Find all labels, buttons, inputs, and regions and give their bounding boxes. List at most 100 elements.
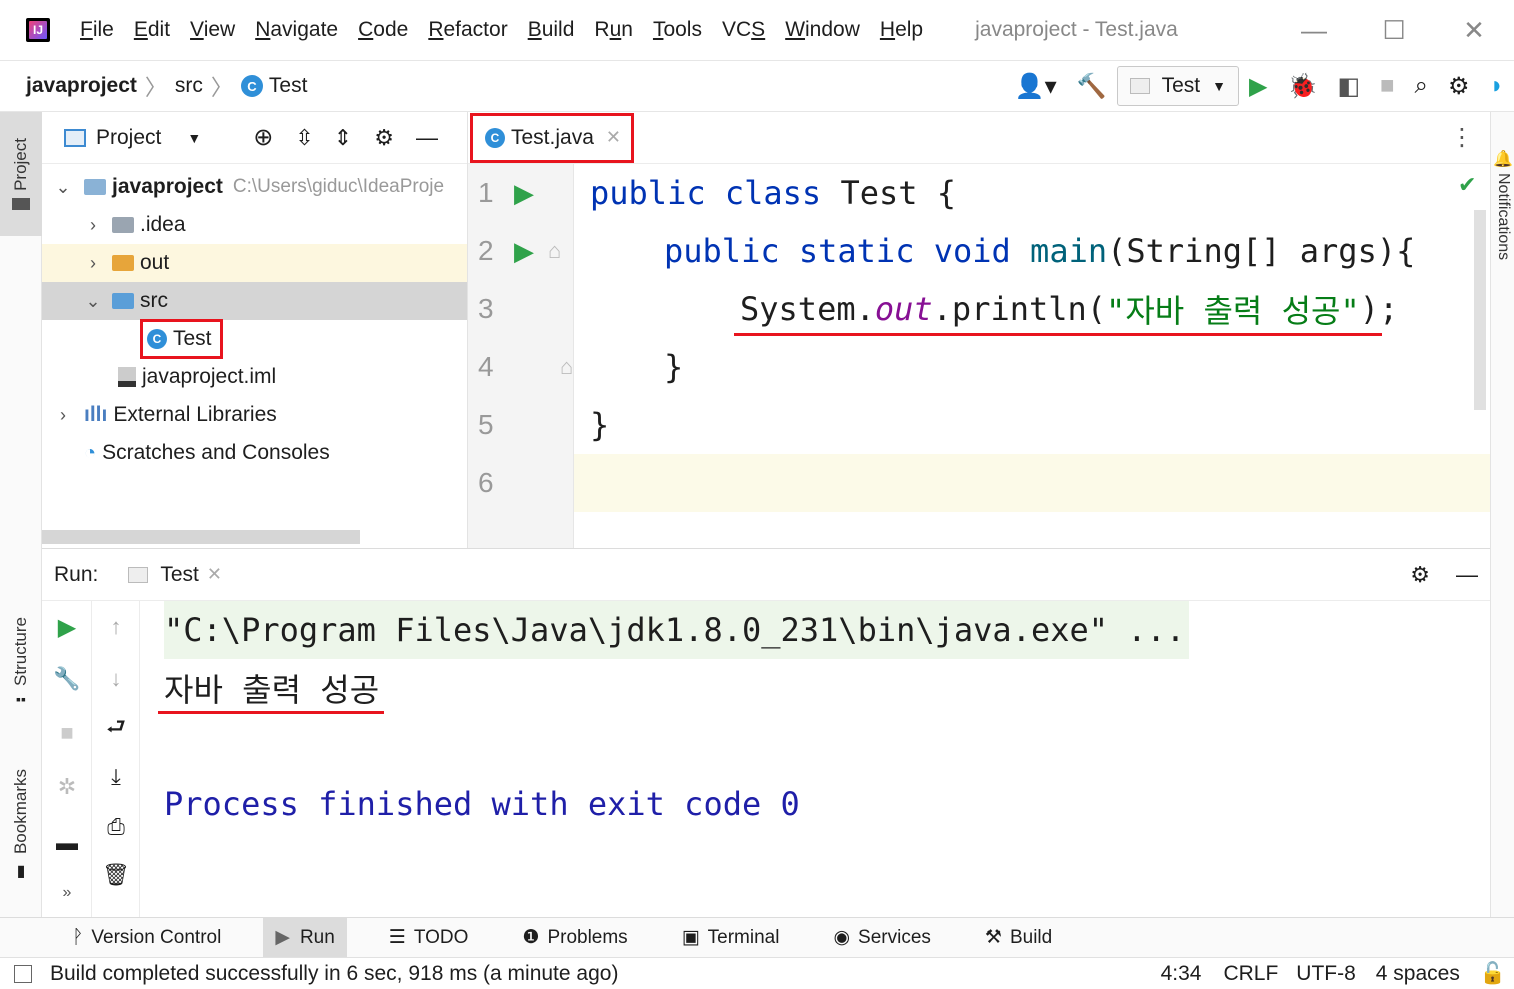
wrench-icon[interactable]: 🔧 [42,653,92,705]
chevron-right-icon[interactable]: › [52,405,74,426]
stop-icon[interactable]: ■ [1380,72,1395,100]
code-area[interactable]: public class Test { public static void m… [590,164,1415,512]
layout-icon[interactable]: ▬ [42,813,92,873]
soft-wrap-icon[interactable]: ⮐ [92,705,140,753]
menu-tools[interactable]: Tools [653,18,702,42]
print-icon[interactable]: ⎙ [92,801,140,853]
more-options-icon[interactable]: ⋮ [1450,123,1474,152]
chevron-down-icon[interactable]: ▼ [187,130,201,146]
project-tree: ⌄ javaproject C:\Users\giduc\IdeaProje ›… [42,164,467,472]
caret-position[interactable]: 4:34 [1161,962,1202,986]
menu-help[interactable]: Help [880,18,923,42]
menu-vcs[interactable]: VCS [722,18,765,42]
gear-icon[interactable]: ⚙ [1448,72,1470,101]
rerun-icon[interactable]: ▶ [42,601,92,653]
build-hammer-icon[interactable]: 🔨 [1077,72,1107,101]
locate-icon[interactable]: ⊕ [253,123,273,152]
status-message[interactable]: Build completed successfully in 6 sec, 9… [50,962,618,986]
close-tab-icon[interactable]: ✕ [606,127,621,148]
gear-icon[interactable]: ⚙ [374,125,394,151]
search-icon[interactable]: ⌕ [1415,72,1428,100]
close-tab-icon[interactable]: ✕ [207,564,222,585]
tree-node-idea[interactable]: › .idea [42,206,467,244]
maximize-icon[interactable]: ☐ [1354,15,1434,46]
indent-setting[interactable]: 4 spaces [1376,962,1460,986]
vertical-scrollbar[interactable] [1474,210,1486,410]
tool-problems[interactable]: ❶ Problems [510,918,639,958]
hide-panel-icon[interactable]: — [1456,562,1478,588]
gear-icon[interactable]: ⚙ [1410,562,1430,588]
breadcrumb-separator-icon: 〉 [210,75,233,100]
code-with-me-icon[interactable]: ◗ [1490,72,1505,100]
collapse-all-icon[interactable]: ⇕ [334,125,352,151]
toggle-tool-windows-icon[interactable] [14,964,32,983]
bookmarks-tool-button[interactable]: Bookmarks ▮ [0,760,42,890]
project-tool-button[interactable]: Project [0,112,42,236]
tool-version-control[interactable]: ᚹ Version Control [60,918,233,958]
line-separator[interactable]: CRLF [1223,962,1278,986]
tree-node-out[interactable]: › out [42,244,467,282]
tree-node-test[interactable]: C Test [42,319,467,359]
tree-item-label: javaproject.iml [142,365,277,388]
arrow-up-icon[interactable]: ↑ [92,601,140,653]
tool-services[interactable]: ◉ Services [821,918,942,958]
chevron-right-icon[interactable]: › [82,253,104,274]
breadcrumb-project[interactable]: javaproject [26,74,137,98]
run-gutter-icon[interactable]: ▶ [514,178,534,209]
arrow-down-icon[interactable]: ↓ [92,653,140,705]
java-class-icon: C [485,127,505,148]
menu-window[interactable]: Window [785,18,860,42]
run-icon[interactable]: ▶ [1249,72,1267,101]
tree-node-root[interactable]: ⌄ javaproject C:\Users\giduc\IdeaProje [42,168,467,206]
chevron-right-icon[interactable]: › [82,215,104,236]
tree-node-iml[interactable]: javaproject.iml [42,358,467,396]
breadcrumb-src[interactable]: src [175,74,203,98]
tree-node-scratches[interactable]: ◔ Scratches and Consoles [42,434,467,472]
tree-node-src[interactable]: ⌄ src [42,282,467,320]
menu-file[interactable]: File [80,18,114,42]
menu-edit[interactable]: Edit [134,18,170,42]
tool-run[interactable]: ▶ Run [263,917,347,958]
user-icon[interactable]: 👤▾ [1015,72,1057,101]
minimize-icon[interactable]: — [1274,15,1354,46]
tool-terminal[interactable]: ▣ Terminal [670,918,792,958]
chevron-down-icon[interactable]: ⌄ [82,291,104,312]
console-output[interactable]: "C:\Program Files\Java\jdk1.8.0_231\bin\… [164,601,1190,833]
menu-navigate[interactable]: Navigate [255,18,338,42]
chevron-down-icon[interactable]: ⌄ [52,177,74,198]
file-encoding[interactable]: UTF-8 [1296,962,1356,986]
run-tab-test[interactable]: Test ✕ [128,563,222,587]
fold-icon[interactable]: ⌂ [560,354,573,380]
notifications-tool-button[interactable]: 🔔 Notifications [1491,130,1514,280]
breadcrumb-test[interactable]: Test [269,74,308,98]
menu-refactor[interactable]: Refactor [428,18,507,42]
fold-icon[interactable]: ⌂ [548,238,561,264]
scroll-to-end-icon[interactable]: ⤓ [92,753,140,801]
debug-icon[interactable]: 🐞 [1287,72,1317,101]
structure-tool-button[interactable]: Structure ▪▪ [0,602,42,722]
hide-panel-icon[interactable]: — [416,125,438,151]
run-config-dropdown[interactable]: Test ▼ [1116,66,1239,106]
menu-run[interactable]: Run [594,18,633,42]
lock-icon[interactable]: 🔓 [1480,962,1506,986]
menu-view[interactable]: View [190,18,235,42]
line-number-4: 4 ⌂ [468,338,574,396]
run-gutter-icon[interactable]: ▶ [514,236,534,267]
tool-build[interactable]: ⚒ Build [973,918,1064,958]
expand-all-icon[interactable]: ⇳ [295,125,313,151]
editor-tab-test-java[interactable]: C Test.java ✕ [470,112,634,163]
tree-node-external-libraries[interactable]: › ıllı External Libraries [42,396,467,434]
project-panel-title[interactable]: Project [96,126,161,150]
more-icon[interactable]: » [42,873,92,913]
menu-code[interactable]: Code [358,18,408,42]
menu-bar: IJ File Edit View Navigate Code Refactor Build… [0,0,1514,60]
right-tool-strip: 🔔 Notifications [1490,112,1514,917]
tool-todo[interactable]: ☰ TODO [377,918,481,958]
stop-icon[interactable]: ■ [42,705,92,761]
horizontal-scrollbar[interactable] [42,530,360,544]
coverage-icon[interactable]: ◧ [1337,72,1360,101]
debug-icon[interactable]: ✲ [42,761,92,813]
menu-build[interactable]: Build [528,18,575,42]
close-icon[interactable]: ✕ [1434,15,1514,46]
trash-icon[interactable]: 🗑 [92,853,140,897]
